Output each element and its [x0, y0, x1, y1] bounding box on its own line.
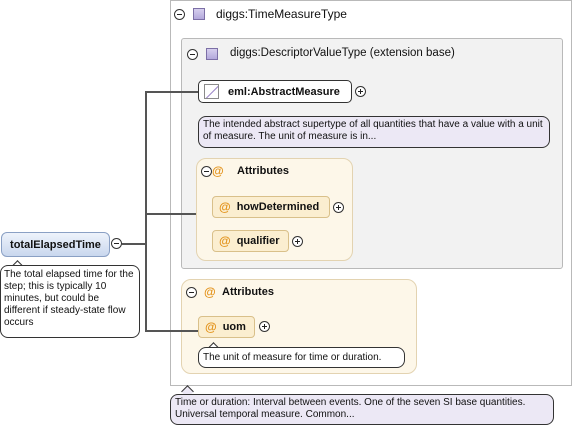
connector-root	[122, 243, 146, 245]
own-attributes-collapse-icon[interactable]	[186, 287, 197, 298]
attribute-qualifier[interactable]: @ qualifier	[212, 230, 289, 252]
connector-mid	[145, 213, 196, 215]
complex-type-collapse-icon[interactable]	[174, 9, 185, 20]
extension-collapse-icon[interactable]	[187, 49, 198, 60]
howdetermined-expand-icon[interactable]	[333, 202, 344, 213]
uom-expand-icon[interactable]	[259, 321, 270, 332]
attribute-at-icon: @	[219, 234, 231, 248]
root-element-name: totalElapsedTime	[10, 238, 101, 251]
complex-type-documentation: Time or duration: Interval between event…	[170, 394, 554, 425]
uom-doc-text: The unit of measure for time or duration…	[203, 352, 382, 363]
attribute-name: uom	[222, 321, 246, 333]
inherited-attributes-collapse-icon[interactable]	[201, 166, 212, 177]
extension-label[interactable]: diggs:DescriptorValueType (extension bas…	[230, 47, 455, 59]
abstract-element-doc-text: The intended abstract supertype of all q…	[203, 119, 543, 142]
attribute-howdetermined[interactable]: @ howDetermined	[212, 196, 330, 218]
complex-type-icon	[193, 8, 205, 20]
abstract-element-name: eml:AbstractMeasure	[228, 85, 340, 98]
root-element-doc-text: The total elapsed time for the step; thi…	[4, 269, 134, 328]
attribute-at-icon: @	[205, 320, 217, 334]
root-element-collapse-icon[interactable]	[111, 238, 122, 249]
attribute-at-icon: @	[219, 200, 231, 214]
complex-type-name[interactable]: diggs:TimeMeasureType	[216, 7, 347, 21]
abstract-element[interactable]: eml:AbstractMeasure	[198, 80, 352, 103]
root-element-documentation: The total elapsed time for the step; thi…	[0, 265, 140, 338]
inherited-attributes-at-icon: @	[212, 164, 224, 178]
abstract-element-documentation: The intended abstract supertype of all q…	[198, 116, 550, 148]
connector-bottom	[145, 330, 198, 332]
qualifier-expand-icon[interactable]	[292, 236, 303, 247]
complex-type-doc-text: Time or duration: Interval between event…	[175, 397, 526, 420]
inherited-attributes-title: Attributes	[237, 165, 289, 177]
abstract-element-icon	[204, 84, 219, 99]
abstract-element-expand-icon[interactable]	[355, 86, 366, 97]
own-attributes-at-icon: @	[204, 285, 216, 299]
attribute-name: qualifier	[236, 235, 280, 247]
own-attributes-title: Attributes	[222, 286, 274, 298]
connector-top	[145, 91, 198, 93]
extension-type-icon	[206, 48, 218, 60]
attribute-uom[interactable]: @ uom	[198, 316, 255, 338]
root-element[interactable]: totalElapsedTime	[1, 232, 110, 257]
uom-documentation: The unit of measure for time or duration…	[198, 347, 405, 368]
connector-vertical	[145, 91, 147, 332]
attribute-name: howDetermined	[236, 201, 320, 213]
